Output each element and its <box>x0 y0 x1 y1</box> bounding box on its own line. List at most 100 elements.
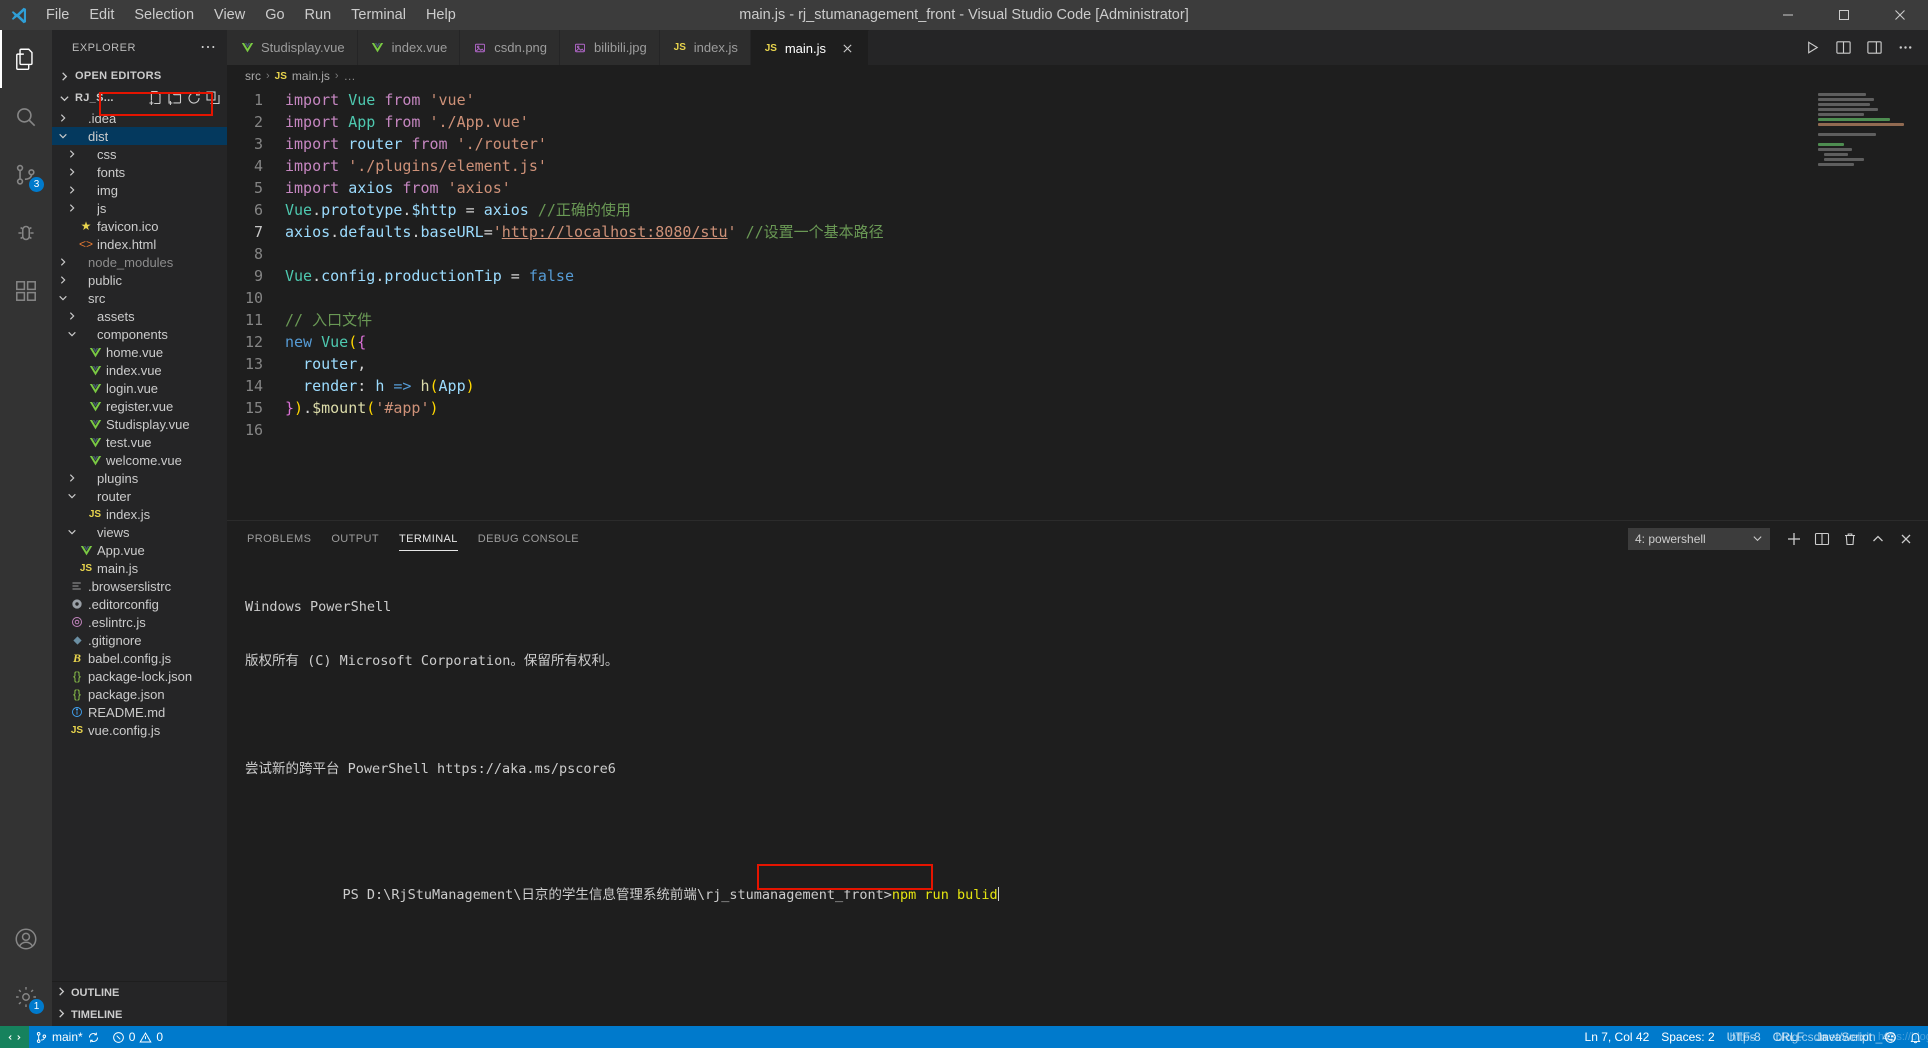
code-line[interactable]: 14 render: h => h(App) <box>227 375 1928 397</box>
language-mode[interactable]: JavaScript .net/weixin_43 <box>1810 1026 1896 1048</box>
tree-item-plugins[interactable]: plugins <box>52 469 227 487</box>
editor-toolbar[interactable] <box>1804 30 1928 65</box>
terminal-select[interactable]: 4: powershell <box>1628 527 1770 550</box>
code-line[interactable]: 6 Vue.prototype.$http = axios //正确的使用 <box>227 199 1928 221</box>
editor-tab-index-vue[interactable]: index.vue <box>357 30 461 65</box>
editor-scrollbar[interactable] <box>1914 87 1928 520</box>
tree-item-index-html[interactable]: <> index.html <box>52 235 227 253</box>
code-line-text[interactable]: render: h => h(App) <box>285 375 475 397</box>
tree-item-favicon-ico[interactable]: ★ favicon.ico <box>52 217 227 235</box>
url-token[interactable]: http://localhost:8080/stu <box>502 223 728 241</box>
open-editors-section[interactable]: OPEN EDITORS <box>52 65 227 87</box>
chevron-right-icon[interactable] <box>56 257 69 267</box>
remote-indicator[interactable] <box>0 1026 29 1048</box>
menu-file[interactable]: File <box>36 3 79 27</box>
terminal-prompt-line[interactable]: PS D:\RjStuManagement\日京的学生信息管理系统前端\rj_s… <box>245 864 1928 903</box>
menu-run[interactable]: Run <box>295 3 342 27</box>
tree-item-index-js[interactable]: JS index.js <box>52 505 227 523</box>
code-line-text[interactable]: // 入口文件 <box>285 309 372 331</box>
editor-tab-main-js[interactable]: JS main.js <box>750 30 870 65</box>
chevron-right-icon[interactable] <box>56 275 69 285</box>
activity-manage[interactable]: 1 <box>0 968 52 1026</box>
menu-edit[interactable]: Edit <box>79 3 124 27</box>
close-button[interactable] <box>1872 0 1928 30</box>
code-line[interactable]: 1 import Vue from 'vue' <box>227 89 1928 111</box>
breadcrumb[interactable]: src › JS main.js › … <box>227 65 1928 87</box>
window-controls[interactable] <box>1760 0 1928 30</box>
outline-section[interactable]: OUTLINE <box>52 982 227 1004</box>
cursor-position[interactable]: Ln 7, Col 42 <box>1579 1026 1656 1048</box>
chevron-right-icon[interactable] <box>65 473 78 483</box>
chevron-right-icon[interactable] <box>65 311 78 321</box>
code-line-text[interactable]: import App from './App.vue' <box>285 111 529 133</box>
panel-actions[interactable]: 4: powershell <box>1628 527 1928 550</box>
timeline-section[interactable]: TIMELINE <box>52 1004 227 1026</box>
code-editor[interactable]: 1 import Vue from 'vue' 2 import App from '… <box>227 87 1928 520</box>
menu-bar[interactable]: File Edit Selection View Go Run Terminal… <box>36 3 466 27</box>
tree-item-eslintrc-js[interactable]: .eslintrc.js <box>52 613 227 631</box>
code-line[interactable]: 11 // 入口文件 <box>227 309 1928 331</box>
chevron-down-icon[interactable] <box>56 131 69 141</box>
code-line[interactable]: 12 new Vue({ <box>227 331 1928 353</box>
tree-item-css[interactable]: css <box>52 145 227 163</box>
code-line-text[interactable]: Vue.config.productionTip = false <box>285 265 574 287</box>
minimize-button[interactable] <box>1760 0 1816 30</box>
code-line[interactable]: 5 import axios from 'axios' <box>227 177 1928 199</box>
tab-debug-console[interactable]: DEBUG CONSOLE <box>478 521 579 556</box>
editor-tab-bilibili-jpg[interactable]: bilibili.jpg <box>560 30 660 65</box>
tree-item-vue-config-js[interactable]: JS vue.config.js <box>52 721 227 739</box>
menu-terminal[interactable]: Terminal <box>341 3 416 27</box>
sidebar-more-actions-icon[interactable]: ⋯ <box>200 39 217 55</box>
tree-item-idea[interactable]: .idea <box>52 109 227 127</box>
code-line[interactable]: 15}).$mount('#app') <box>227 397 1928 419</box>
code-line-text[interactable]: axios.defaults.baseURL='http://localhost… <box>285 221 884 243</box>
chevron-down-icon[interactable] <box>65 329 78 339</box>
breadcrumb-root[interactable]: src <box>245 69 261 83</box>
tree-item-img[interactable]: img <box>52 181 227 199</box>
breadcrumb-file[interactable]: main.js <box>292 69 330 83</box>
terminal-command[interactable]: npm run bulid <box>892 887 998 903</box>
editor-tab-csdn-png[interactable]: csdn.png <box>460 30 561 65</box>
file-tree[interactable]: .idea dist css fonts img js ★ favicon.ico <> inde… <box>52 109 227 981</box>
tree-item-readme-md[interactable]: README.md <box>52 703 227 721</box>
tree-item-browserslistrc[interactable]: .browserslistrc <box>52 577 227 595</box>
menu-go[interactable]: Go <box>255 3 294 27</box>
code-line[interactable]: 2 import App from './App.vue' <box>227 111 1928 133</box>
code-line[interactable]: 4 import './plugins/element.js' <box>227 155 1928 177</box>
tab-terminal[interactable]: TERMINAL <box>398 521 458 556</box>
maximize-button[interactable] <box>1816 0 1872 30</box>
encoding[interactable]: UTF-8 https <box>1721 1026 1767 1048</box>
code-line[interactable]: 10 <box>227 287 1928 309</box>
tree-item-router[interactable]: router <box>52 487 227 505</box>
project-actions[interactable] <box>148 90 227 106</box>
code-line[interactable]: 8 <box>227 243 1928 265</box>
code-line[interactable]: 9 Vue.config.productionTip = false <box>227 265 1928 287</box>
breadcrumb-tail[interactable]: … <box>344 69 356 83</box>
tree-item-src[interactable]: src <box>52 289 227 307</box>
activity-search[interactable] <box>0 88 52 146</box>
editor-tab-index-js[interactable]: JS index.js <box>659 30 751 65</box>
chevron-right-icon[interactable] <box>65 167 78 177</box>
indentation[interactable]: Spaces: 2 <box>1655 1026 1720 1048</box>
tab-output[interactable]: OUTPUT <box>331 521 379 556</box>
chevron-down-icon[interactable] <box>65 527 78 537</box>
tree-item-welcome-vue[interactable]: welcome.vue <box>52 451 227 469</box>
tree-item-index-vue[interactable]: index.vue <box>52 361 227 379</box>
editor-tabs[interactable]: Studisplay.vue index.vue csdn.png bilibili.… <box>227 30 870 65</box>
tree-item-package-json[interactable]: {} package.json <box>52 685 227 703</box>
tree-item-components[interactable]: components <box>52 325 227 343</box>
code-line[interactable]: 7 axios.defaults.baseURL='http://localhos… <box>227 221 1928 243</box>
code-line-text[interactable]: import router from './router' <box>285 133 547 155</box>
tree-item-views[interactable]: views <box>52 523 227 541</box>
code-line-text[interactable]: Vue.prototype.$http = axios //正确的使用 <box>285 199 631 221</box>
editor-tab-studisplay-vue[interactable]: Studisplay.vue <box>227 30 358 65</box>
tree-item-test-vue[interactable]: test.vue <box>52 433 227 451</box>
menu-view[interactable]: View <box>204 3 255 27</box>
code-line-text[interactable]: router, <box>285 353 366 375</box>
tree-item-editorconfig[interactable]: .editorconfig <box>52 595 227 613</box>
chevron-down-icon[interactable] <box>56 293 69 303</box>
code-line-text[interactable]: import Vue from 'vue' <box>285 89 475 111</box>
panel-tabs[interactable]: PROBLEMS OUTPUT TERMINAL DEBUG CONSOLE 4… <box>227 521 1928 556</box>
menu-selection[interactable]: Selection <box>124 3 204 27</box>
code-line-text[interactable]: import './plugins/element.js' <box>285 155 547 177</box>
